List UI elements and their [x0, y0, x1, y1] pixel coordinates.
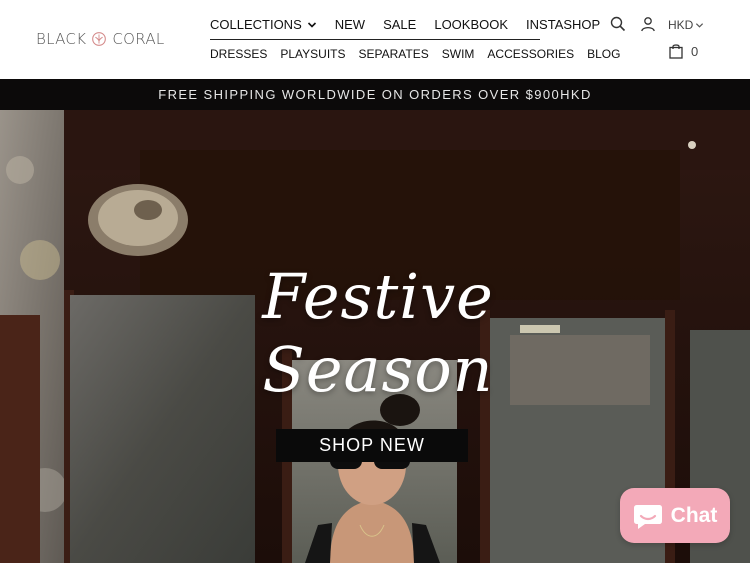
shop-new-button[interactable]: SHOP NEW	[276, 429, 468, 462]
user-icon[interactable]	[640, 16, 656, 32]
search-icon[interactable]	[610, 16, 626, 32]
primary-nav: COLLECTIONS NEW SALE LOOKBOOK INSTASHOP	[210, 17, 600, 32]
promo-text: FREE SHIPPING WORLDWIDE ON ORDERS OVER $…	[158, 87, 592, 102]
chat-bubble-icon	[633, 504, 662, 529]
currency-selector[interactable]: HKD	[668, 18, 704, 32]
brand-name-right: CORAL	[112, 30, 165, 48]
bag-icon	[669, 44, 683, 59]
nav-swim[interactable]: SWIM	[442, 47, 475, 61]
nav-sale[interactable]: SALE	[383, 17, 416, 32]
brand-logo[interactable]: BLACK CORAL	[36, 30, 165, 48]
cart-button[interactable]: 0	[669, 43, 698, 59]
nav-playsuits[interactable]: PLAYSUITS	[280, 47, 345, 61]
brand-name-left: BLACK	[36, 30, 87, 48]
nav-new[interactable]: NEW	[335, 17, 365, 32]
nav-accessories[interactable]: ACCESSORIES	[487, 47, 574, 61]
currency-label: HKD	[668, 18, 694, 32]
promo-bar: FREE SHIPPING WORLDWIDE ON ORDERS OVER $…	[0, 79, 750, 110]
cart-count: 0	[691, 44, 699, 59]
nav-lookbook[interactable]: LOOKBOOK	[434, 17, 508, 32]
nav-dresses[interactable]: DRESSES	[210, 47, 267, 61]
chat-button[interactable]: Chat	[620, 488, 730, 543]
nav-divider	[210, 39, 540, 40]
nav-collections[interactable]: COLLECTIONS	[210, 17, 317, 32]
nav-blog[interactable]: BLOG	[587, 47, 620, 61]
hero-title: Festive Season	[262, 260, 494, 406]
site-header: BLACK CORAL COLLECTIONS NEW SALE LOOKBOO…	[0, 0, 750, 79]
chevron-down-icon	[696, 22, 704, 28]
secondary-nav: DRESSES PLAYSUITS SEPARATES SWIM ACCESSO…	[210, 47, 620, 61]
coral-logo-icon	[92, 32, 107, 46]
chevron-down-icon	[307, 21, 316, 28]
nav-label: COLLECTIONS	[210, 17, 302, 32]
nav-instashop[interactable]: INSTASHOP	[526, 17, 600, 32]
chat-label: Chat	[670, 503, 718, 527]
nav-separates[interactable]: SEPARATES	[359, 47, 429, 61]
